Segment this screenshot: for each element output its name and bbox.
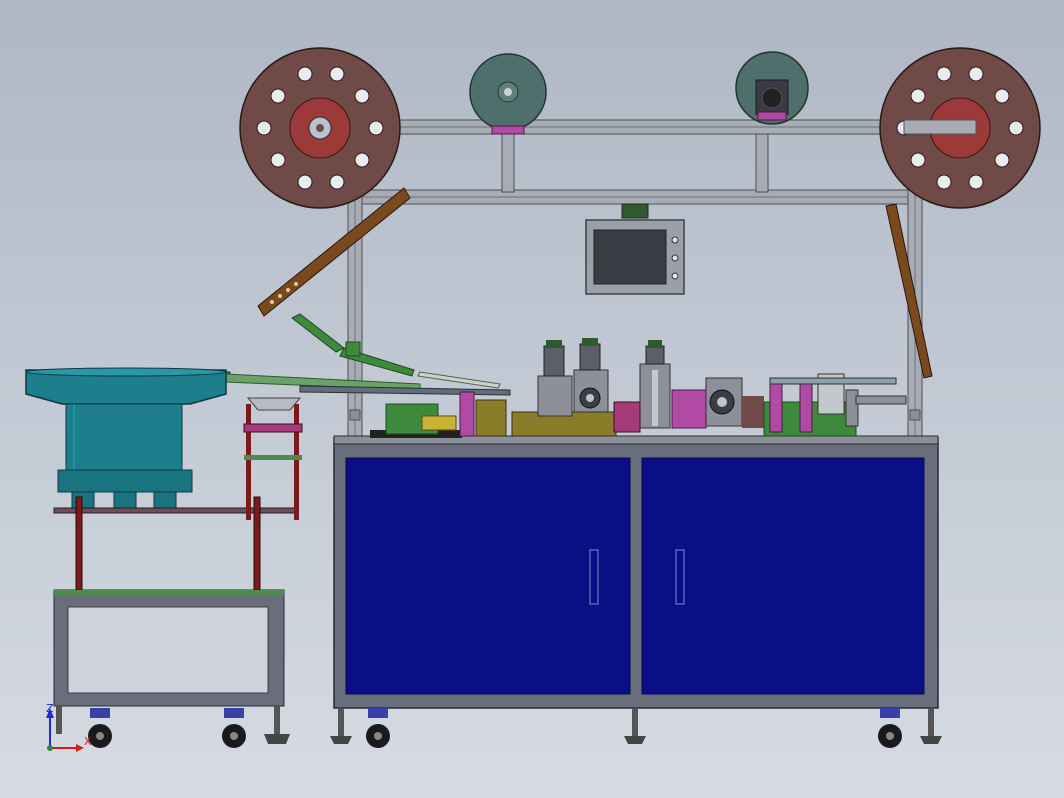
cabinet-door-left[interactable] xyxy=(345,457,631,695)
cad-viewport[interactable]: Z X xyxy=(0,0,1064,798)
worktop-mechanisms xyxy=(370,338,907,438)
caster-wheel-icon xyxy=(88,708,942,748)
beam-overlap xyxy=(903,119,977,135)
coordinate-triad: Z X xyxy=(46,702,92,752)
vibratory-bowl-feeder-icon xyxy=(25,367,227,511)
triad-z-label: Z xyxy=(46,702,54,715)
center-spool-right-icon xyxy=(735,51,809,125)
left-reel-icon xyxy=(239,47,401,209)
triad-x-label: X xyxy=(84,735,92,748)
main-cabinet-icon xyxy=(333,435,939,709)
machine-drawing: Z X xyxy=(25,47,1041,752)
touch-screen-monitor-icon xyxy=(585,219,685,295)
